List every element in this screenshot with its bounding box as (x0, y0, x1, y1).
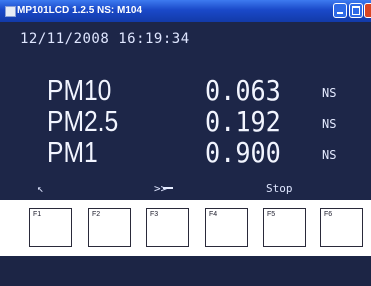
key-label: F3 (150, 211, 159, 218)
minimize-button[interactable] (333, 3, 347, 18)
back-arrow-icon[interactable]: ↖ (37, 182, 44, 195)
status-strip (0, 256, 371, 286)
maximize-button[interactable] (349, 3, 363, 18)
reading-value: 0.063 (205, 74, 281, 107)
lcd-screen: 12/11/2008 16:19:34 PM10 0.063 NS PM2.5 … (0, 22, 371, 286)
reading-row-pm1: PM1 0.900 NS (0, 136, 371, 169)
f2-key[interactable]: F2 (88, 208, 131, 247)
reading-row-pm10: PM10 0.063 NS (0, 74, 371, 107)
key-label: F2 (92, 211, 101, 218)
reading-label: PM10 (47, 75, 112, 107)
reading-value: 0.900 (205, 136, 281, 169)
reading-row-pm2-5: PM2.5 0.192 NS (0, 105, 371, 138)
key-label: F4 (209, 211, 218, 218)
function-key-bar: F1 F2 F3 F4 F5 F6 (0, 200, 371, 256)
next-button[interactable]: >> (154, 182, 167, 195)
reading-flag: NS (322, 148, 337, 162)
title-bar: MP101LCD 1.2.5 NS: M104 (0, 0, 371, 22)
f5-key[interactable]: F5 (263, 208, 306, 247)
app-icon (5, 6, 16, 17)
stop-button[interactable]: Stop (266, 182, 293, 195)
reading-label: PM1 (47, 137, 98, 169)
f1-key[interactable]: F1 (29, 208, 72, 247)
reading-flag: NS (322, 86, 337, 100)
f4-key[interactable]: F4 (205, 208, 248, 247)
window-title: MP101LCD 1.2.5 NS: M104 (17, 5, 143, 16)
key-label: F6 (324, 211, 333, 218)
close-button[interactable] (364, 3, 371, 18)
f6-key[interactable]: F6 (320, 208, 363, 247)
reading-label: PM2.5 (47, 106, 119, 138)
key-label: F1 (33, 211, 42, 218)
f3-key[interactable]: F3 (146, 208, 189, 247)
key-label: F5 (267, 211, 276, 218)
reading-flag: NS (322, 117, 337, 131)
datetime-display: 12/11/2008 16:19:34 (20, 31, 190, 47)
reading-value: 0.192 (205, 105, 281, 138)
